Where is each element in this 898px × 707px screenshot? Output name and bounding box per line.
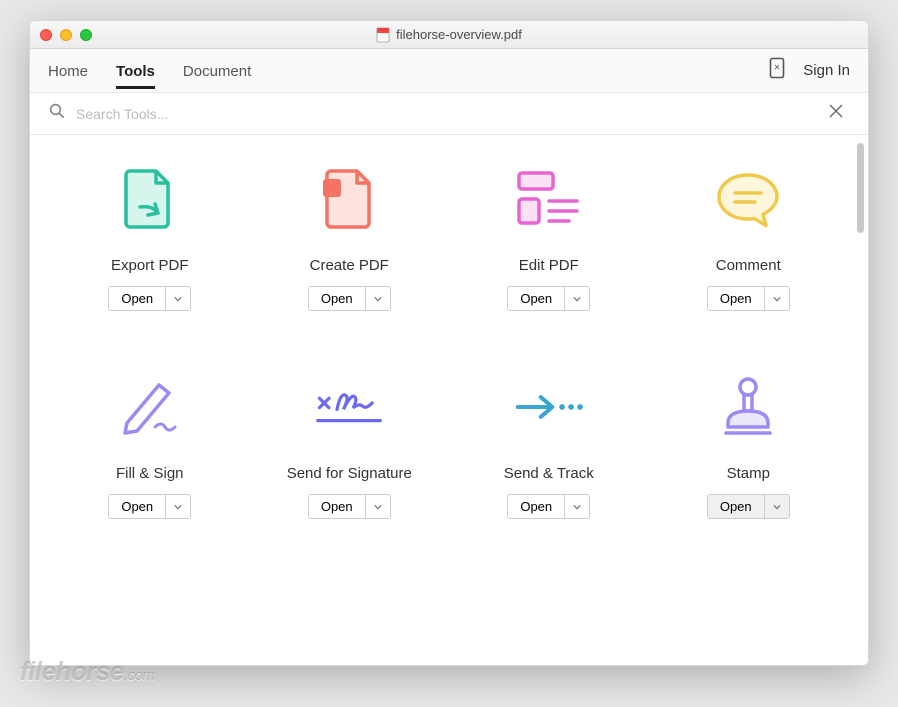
chevron-down-icon bbox=[166, 495, 190, 518]
fill-sign-icon bbox=[114, 371, 186, 443]
tool-label: Stamp bbox=[727, 465, 770, 482]
tool-fill-sign[interactable]: Fill & Sign Open bbox=[60, 371, 240, 519]
chevron-down-icon bbox=[765, 287, 789, 310]
window-title: filehorse-overview.pdf bbox=[30, 27, 868, 43]
search-icon bbox=[48, 102, 66, 125]
chevron-down-icon bbox=[366, 287, 390, 310]
tool-label: Create PDF bbox=[310, 257, 389, 274]
sign-in-button[interactable]: Sign In bbox=[803, 62, 850, 79]
open-button[interactable]: Open bbox=[108, 286, 191, 311]
open-button-label: Open bbox=[309, 287, 366, 310]
tool-label: Edit PDF bbox=[519, 257, 579, 274]
search-input[interactable] bbox=[66, 106, 822, 122]
toolbar: Home Tools Document ✕ Sign In bbox=[30, 49, 868, 93]
chevron-down-icon bbox=[565, 287, 589, 310]
tool-stamp[interactable]: Stamp Open bbox=[659, 371, 839, 519]
tool-label: Comment bbox=[716, 257, 781, 274]
tools-panel: Export PDF Open Create PDF Open bbox=[30, 135, 868, 665]
send-signature-icon bbox=[313, 371, 385, 443]
close-window-button[interactable] bbox=[40, 29, 52, 41]
open-button[interactable]: Open bbox=[308, 286, 391, 311]
zoom-window-button[interactable] bbox=[80, 29, 92, 41]
tool-create-pdf[interactable]: Create PDF Open bbox=[260, 163, 440, 311]
tab-tools[interactable]: Tools bbox=[116, 53, 155, 89]
window-title-text: filehorse-overview.pdf bbox=[396, 27, 522, 42]
open-button[interactable]: Open bbox=[308, 494, 391, 519]
open-button-label: Open bbox=[309, 495, 366, 518]
close-icon[interactable] bbox=[822, 99, 850, 128]
open-button[interactable]: Open bbox=[108, 494, 191, 519]
chevron-down-icon bbox=[366, 495, 390, 518]
send-track-icon bbox=[513, 371, 585, 443]
open-button[interactable]: Open bbox=[707, 494, 790, 519]
scrollbar[interactable] bbox=[857, 143, 864, 233]
tool-edit-pdf[interactable]: Edit PDF Open bbox=[459, 163, 639, 311]
tool-label: Export PDF bbox=[111, 257, 189, 274]
tool-send-signature[interactable]: Send for Signature Open bbox=[260, 371, 440, 519]
search-bar bbox=[30, 93, 868, 135]
open-button-label: Open bbox=[508, 287, 565, 310]
tool-comment[interactable]: Comment Open bbox=[659, 163, 839, 311]
tool-send-track[interactable]: Send & Track Open bbox=[459, 371, 639, 519]
tab-document[interactable]: Document bbox=[183, 53, 251, 89]
app-window: filehorse-overview.pdf Home Tools Docume… bbox=[29, 20, 869, 666]
export-pdf-icon bbox=[114, 163, 186, 235]
svg-text:✕: ✕ bbox=[774, 63, 781, 72]
create-pdf-icon bbox=[313, 163, 385, 235]
tool-export-pdf[interactable]: Export PDF Open bbox=[60, 163, 240, 311]
comment-icon bbox=[712, 163, 784, 235]
open-button-label: Open bbox=[508, 495, 565, 518]
open-button[interactable]: Open bbox=[707, 286, 790, 311]
open-button-label: Open bbox=[708, 287, 765, 310]
pdf-file-icon bbox=[376, 27, 390, 43]
tab-home[interactable]: Home bbox=[48, 53, 88, 89]
minimize-window-button[interactable] bbox=[60, 29, 72, 41]
open-button[interactable]: Open bbox=[507, 494, 590, 519]
open-button[interactable]: Open bbox=[507, 286, 590, 311]
mobile-icon[interactable]: ✕ bbox=[769, 57, 785, 84]
open-button-label: Open bbox=[708, 495, 765, 518]
chevron-down-icon bbox=[565, 495, 589, 518]
window-controls bbox=[40, 29, 92, 41]
tool-grid: Export PDF Open Create PDF Open bbox=[60, 163, 838, 519]
stamp-icon bbox=[712, 371, 784, 443]
chevron-down-icon bbox=[765, 495, 789, 518]
watermark-ext: .com bbox=[124, 667, 155, 684]
titlebar: filehorse-overview.pdf bbox=[30, 21, 868, 49]
tool-label: Fill & Sign bbox=[116, 465, 184, 482]
tool-label: Send & Track bbox=[504, 465, 594, 482]
edit-pdf-icon bbox=[513, 163, 585, 235]
chevron-down-icon bbox=[166, 287, 190, 310]
open-button-label: Open bbox=[109, 287, 166, 310]
tool-label: Send for Signature bbox=[287, 465, 412, 482]
open-button-label: Open bbox=[109, 495, 166, 518]
